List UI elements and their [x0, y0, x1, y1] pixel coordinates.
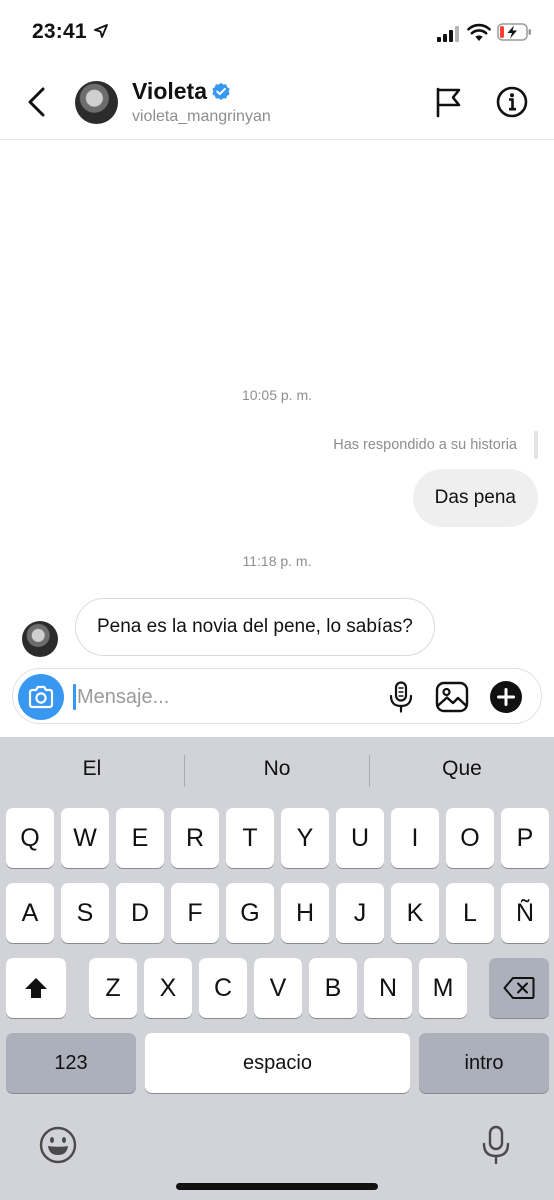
key[interactable]: L — [446, 883, 494, 943]
plus-icon[interactable] — [490, 681, 522, 713]
flag-icon[interactable] — [434, 86, 464, 118]
key[interactable]: S — [61, 883, 109, 943]
key[interactable]: U — [336, 808, 384, 868]
location-arrow-icon — [94, 24, 108, 38]
contact-avatar[interactable] — [75, 81, 118, 124]
key[interactable]: I — [391, 808, 439, 868]
key[interactable]: P — [501, 808, 549, 868]
key[interactable]: X — [144, 958, 192, 1018]
battery-charging-icon — [497, 23, 531, 41]
wifi-icon — [467, 23, 491, 41]
numbers-key[interactable]: 123 — [6, 1033, 136, 1093]
key[interactable]: C — [199, 958, 247, 1018]
key[interactable]: B — [309, 958, 357, 1018]
camera-button[interactable] — [18, 674, 64, 720]
text-cursor — [73, 684, 76, 710]
key[interactable]: H — [281, 883, 329, 943]
key[interactable]: O — [446, 808, 494, 868]
home-indicator — [176, 1183, 378, 1190]
timestamp: 11:18 p. m. — [242, 553, 312, 569]
predictive-bar: El No Que — [0, 737, 554, 805]
backspace-key[interactable] — [489, 958, 549, 1018]
key[interactable]: T — [226, 808, 274, 868]
message-input[interactable] — [77, 678, 377, 716]
suggestion[interactable]: El — [0, 757, 184, 781]
key[interactable]: Ñ — [501, 883, 549, 943]
gallery-icon[interactable] — [435, 681, 469, 713]
keyboard: El No Que Q W E R T Y U I O P A S D F G … — [0, 737, 554, 1200]
camera-icon — [28, 685, 54, 709]
key[interactable]: F — [171, 883, 219, 943]
verified-badge-icon — [212, 82, 230, 100]
key[interactable]: G — [226, 883, 274, 943]
dictation-mic-icon[interactable] — [481, 1125, 511, 1165]
outgoing-message-bubble[interactable]: Das pena — [412, 469, 538, 527]
status-time: 23:41 — [32, 20, 87, 43]
backspace-icon — [503, 977, 535, 999]
key[interactable]: J — [336, 883, 384, 943]
emoji-icon[interactable] — [38, 1125, 78, 1165]
sender-avatar[interactable] — [22, 621, 58, 657]
message-thread: 10:05 p. m. Has respondido a su historia… — [0, 141, 554, 731]
chat-header: Violeta violeta_mangrinyan — [0, 64, 554, 140]
back-chevron-icon[interactable] — [22, 84, 52, 120]
key[interactable]: W — [61, 808, 109, 868]
story-reply-note: Has respondido a su historia — [333, 437, 517, 453]
incoming-message-bubble[interactable]: Pena es la novia del pene, lo sabías? — [75, 598, 435, 656]
key[interactable]: R — [171, 808, 219, 868]
key[interactable]: Y — [281, 808, 329, 868]
key[interactable]: Z — [89, 958, 137, 1018]
info-icon[interactable] — [496, 86, 528, 118]
key[interactable]: Q — [6, 808, 54, 868]
story-reply-bar — [534, 431, 538, 459]
key[interactable]: M — [419, 958, 467, 1018]
key[interactable]: V — [254, 958, 302, 1018]
key[interactable]: A — [6, 883, 54, 943]
return-key[interactable]: intro — [419, 1033, 549, 1093]
suggestion[interactable]: Que — [370, 757, 554, 781]
timestamp: 10:05 p. m. — [241, 387, 313, 403]
key[interactable]: D — [116, 883, 164, 943]
microphone-icon[interactable] — [387, 681, 415, 713]
cellular-signal-icon — [437, 26, 459, 42]
contact-name[interactable]: Violeta — [132, 78, 207, 105]
key[interactable]: N — [364, 958, 412, 1018]
message-composer — [12, 668, 542, 724]
key[interactable]: E — [116, 808, 164, 868]
suggestion[interactable]: No — [185, 757, 369, 781]
space-key[interactable]: espacio — [145, 1033, 410, 1093]
contact-username: violeta_mangrinyan — [132, 108, 271, 125]
shift-key[interactable] — [6, 958, 66, 1018]
key[interactable]: K — [391, 883, 439, 943]
status-bar: 23:41 — [0, 0, 554, 64]
shift-icon — [25, 978, 47, 998]
